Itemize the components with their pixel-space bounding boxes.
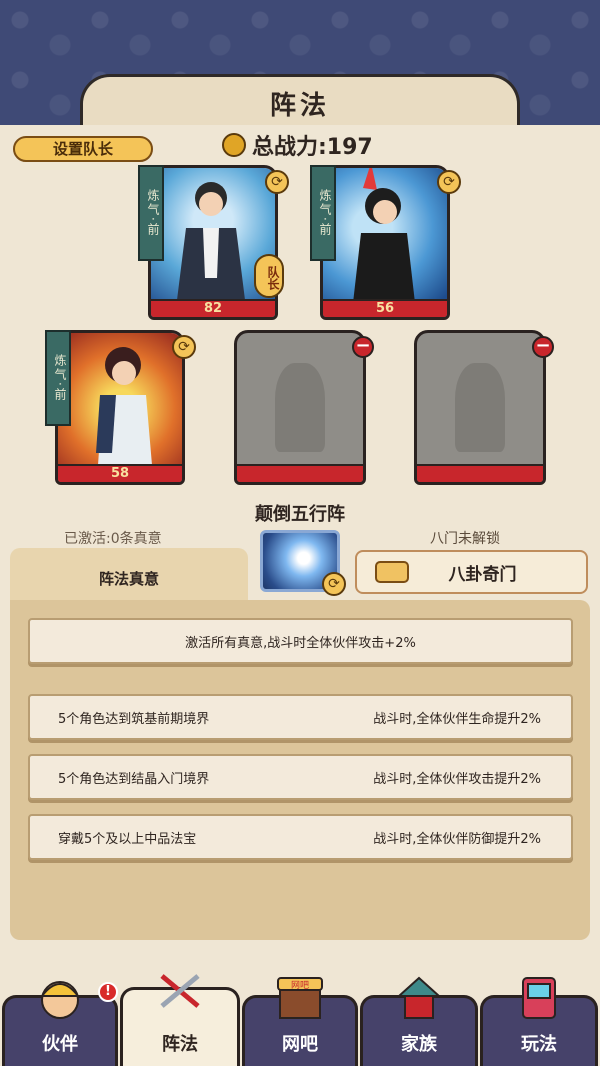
hero-card-2[interactable]: 56 bbox=[320, 165, 450, 320]
hero-portrait bbox=[323, 168, 447, 317]
nav-clan[interactable]: 家族 bbox=[360, 976, 478, 1066]
nav-netcafe[interactable]: 网吧 网吧 bbox=[242, 977, 358, 1066]
eight-gates-status: 八门未解锁 bbox=[430, 531, 500, 547]
essence-row: 5个角色达到筑基前期境界 战斗时,全体伙伴生命提升2% bbox=[28, 694, 573, 740]
swap-icon[interactable]: ⟳ bbox=[265, 170, 289, 194]
nav-gameplay[interactable]: 玩法 bbox=[480, 977, 598, 1066]
pagoda-icon bbox=[396, 976, 442, 1019]
empty-hero-slot[interactable] bbox=[414, 330, 546, 485]
nav-label: 阵法 bbox=[162, 1034, 198, 1055]
hero-figure-icon bbox=[353, 168, 415, 303]
hero-realm-tag: 炼气·前 bbox=[310, 165, 336, 261]
swap-icon[interactable]: ⟳ bbox=[172, 335, 196, 359]
bagua-button[interactable]: 八卦奇门 bbox=[355, 550, 588, 594]
essence-reward: 战斗时,全体伙伴防御提升2% bbox=[373, 831, 541, 847]
hero-card-3[interactable]: 58 bbox=[55, 330, 185, 485]
hero-portrait bbox=[58, 333, 182, 482]
essence-condition: 5个角色达到结晶入门境界 bbox=[58, 771, 210, 787]
arcade-machine-icon bbox=[522, 977, 556, 1019]
bottom-nav: 伙伴 阵法 网吧 网吧 家族 玩法 bbox=[0, 974, 600, 1066]
hero-portrait bbox=[151, 168, 275, 317]
hero-power: 58 bbox=[58, 464, 182, 482]
empty-hero-slot[interactable] bbox=[234, 330, 366, 485]
essence-reward: 战斗时,全体伙伴攻击提升2% bbox=[373, 771, 541, 787]
essence-condition: 穿戴5个及以上中品法宝 bbox=[58, 831, 197, 847]
captain-badge: 队长 bbox=[254, 254, 284, 298]
all-essence-bonus-text: 激活所有真意,战斗时全体伙伴攻击+2% bbox=[185, 635, 416, 651]
remove-icon[interactable]: − bbox=[352, 336, 374, 358]
crossed-swords-icon bbox=[160, 974, 200, 1008]
power-icon bbox=[222, 133, 246, 157]
empty-slot-base bbox=[417, 464, 543, 482]
nav-label: 伙伴 bbox=[42, 1034, 78, 1055]
activated-count: 已激活:0条真意 bbox=[64, 531, 162, 547]
partner-avatar-icon bbox=[39, 981, 81, 1019]
netcafe-sign: 网吧 bbox=[291, 980, 309, 991]
nav-formation[interactable]: 阵法 bbox=[120, 974, 240, 1066]
netcafe-building-icon: 网吧 bbox=[277, 977, 323, 1019]
swap-icon[interactable]: ⟳ bbox=[437, 170, 461, 194]
set-captain-button[interactable]: 设置队长 bbox=[13, 136, 153, 162]
hero-figure-icon bbox=[176, 182, 246, 308]
bagua-button-label: 八卦奇门 bbox=[448, 564, 517, 585]
essence-condition: 5个角色达到筑基前期境界 bbox=[58, 711, 210, 727]
notification-badge: ! bbox=[98, 982, 118, 1002]
silhouette-icon bbox=[274, 362, 326, 453]
essence-row: 5个角色达到结晶入门境界 战斗时,全体伙伴攻击提升2% bbox=[28, 754, 573, 800]
hero-power: 82 bbox=[151, 299, 275, 317]
silhouette-icon bbox=[454, 362, 506, 453]
essence-row: 穿戴5个及以上中品法宝 战斗时,全体伙伴防御提升2% bbox=[28, 814, 573, 860]
hero-power: 56 bbox=[323, 299, 447, 317]
nav-label: 家族 bbox=[401, 1034, 437, 1055]
hero-figure-icon bbox=[96, 347, 152, 465]
total-power: 总战力:197 bbox=[222, 130, 373, 160]
nav-label: 网吧 bbox=[282, 1034, 318, 1055]
page-title: 阵法 bbox=[269, 91, 330, 121]
switch-formation-icon[interactable]: ⟳ bbox=[322, 572, 346, 596]
all-essence-bonus-row: 激活所有真意,战斗时全体伙伴攻击+2% bbox=[28, 618, 573, 664]
formation-name: 颠倒五行阵 bbox=[255, 504, 345, 525]
hero-card-1[interactable]: 82 bbox=[148, 165, 278, 320]
hero-realm-tag: 炼气·前 bbox=[138, 165, 164, 261]
remove-icon[interactable]: − bbox=[532, 336, 554, 358]
hero-realm-tag: 炼气·前 bbox=[45, 330, 71, 426]
nav-label: 玩法 bbox=[521, 1034, 557, 1055]
total-power-label: 总战力:197 bbox=[252, 135, 373, 160]
essence-reward: 战斗时,全体伙伴生命提升2% bbox=[373, 711, 541, 727]
tab-formation-essence-label: 阵法真意 bbox=[98, 570, 159, 588]
nav-partners[interactable]: 伙伴 bbox=[2, 981, 118, 1066]
empty-slot-base bbox=[237, 464, 363, 482]
bagua-icon bbox=[375, 561, 409, 583]
